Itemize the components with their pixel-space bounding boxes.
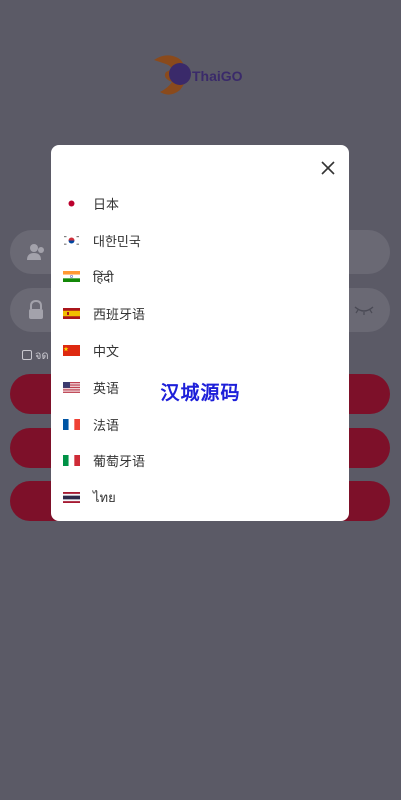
svg-text:ThaiGO: ThaiGO [192, 68, 243, 84]
language-label: 西班牙语 [93, 308, 146, 324]
korea-flag-icon [63, 234, 80, 246]
language-item-japanese[interactable]: 日本 [51, 185, 349, 222]
language-label: 中文 [93, 345, 120, 361]
language-modal: 日本 대한민국 हिंदी 西班牙语 中文 英语 法语 葡萄牙语 ไทย [51, 145, 349, 521]
eye-closed-icon[interactable] [354, 304, 374, 316]
thailand-flag-icon [63, 492, 80, 504]
remember-me[interactable]: จด [22, 346, 49, 364]
japan-flag-icon [63, 197, 80, 209]
watermark-text: 汉城源码 [160, 382, 241, 404]
language-item-french[interactable]: 法语 [51, 406, 349, 443]
language-item-spanish[interactable]: 西班牙语 [51, 295, 349, 332]
language-label: 法语 [93, 418, 120, 434]
app-logo: ThaiGO [152, 52, 252, 98]
spain-flag-icon [63, 308, 80, 320]
close-icon[interactable] [319, 159, 337, 177]
language-item-thai[interactable]: ไทย [51, 479, 349, 516]
language-item-portuguese[interactable]: 葡萄牙语 [51, 443, 349, 480]
language-label: ไทย [93, 491, 116, 507]
language-label: 日本 [93, 197, 120, 213]
india-flag-icon [63, 271, 80, 283]
remember-label: จด [35, 349, 49, 362]
remember-checkbox[interactable] [22, 350, 32, 360]
language-list: 日本 대한민국 हिंदी 西班牙语 中文 英语 法语 葡萄牙语 ไทย [51, 185, 349, 516]
language-item-korean[interactable]: 대한민국 [51, 222, 349, 259]
language-label: 대한민국 [93, 234, 141, 250]
language-item-hindi[interactable]: हिंदी [51, 259, 349, 296]
language-item-chinese[interactable]: 中文 [51, 332, 349, 369]
language-label: हिंदी [93, 270, 114, 286]
user-icon [27, 244, 44, 260]
italy-flag-icon [63, 455, 80, 467]
lock-icon [29, 300, 43, 319]
language-label: 葡萄牙语 [93, 455, 146, 471]
france-flag-icon [63, 418, 80, 430]
china-flag-icon [63, 345, 80, 357]
